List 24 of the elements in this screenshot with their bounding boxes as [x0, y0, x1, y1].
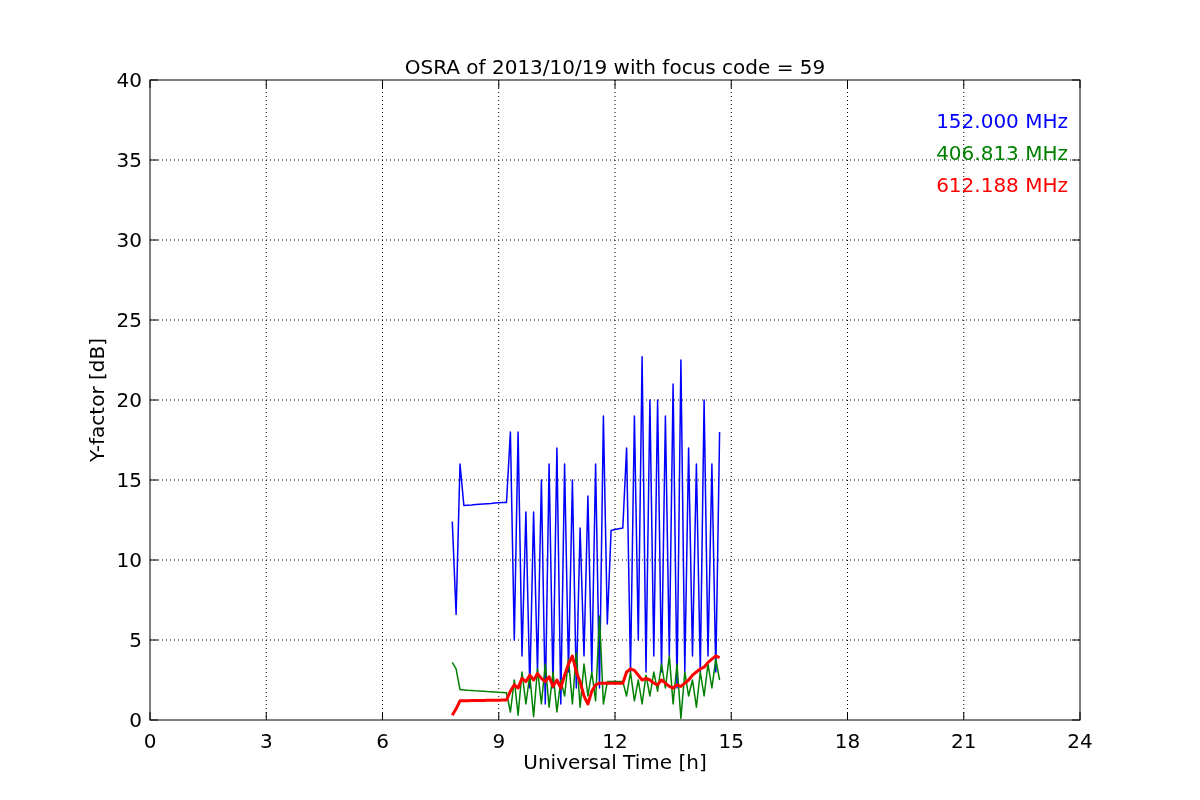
y-axis-label: Y-factor [dB]	[85, 338, 109, 462]
y-tick-label: 30	[116, 228, 142, 252]
y-tick-label: 40	[116, 68, 142, 92]
y-tick-label: 15	[116, 468, 142, 492]
y-tick-label: 5	[129, 628, 142, 652]
y-tick-label: 25	[116, 308, 142, 332]
chart-title: OSRA of 2013/10/19 with focus code = 59	[404, 55, 826, 79]
legend-label: 612.188 MHz	[936, 173, 1068, 197]
x-tick-label: 9	[492, 729, 506, 753]
y-tick-label: 0	[129, 708, 142, 732]
x-tick-label: 6	[376, 729, 389, 753]
legend-label: 406.813 MHz	[936, 141, 1068, 165]
x-tick-label: 3	[259, 729, 273, 753]
x-tick-label: 18	[834, 729, 861, 753]
x-tick-label: 0	[143, 729, 157, 753]
x-tick-label: 21	[951, 729, 977, 753]
x-tick-label: 24	[1067, 729, 1093, 753]
y-tick-label: 10	[116, 548, 142, 572]
x-axis-label: Universal Time [h]	[523, 750, 707, 774]
x-tick-label: 15	[718, 729, 744, 753]
y-tick-label: 20	[116, 388, 142, 412]
x-tick-label: 12	[602, 729, 628, 753]
y-tick-label: 35	[116, 148, 142, 172]
legend-label: 152.000 MHz	[936, 109, 1068, 133]
